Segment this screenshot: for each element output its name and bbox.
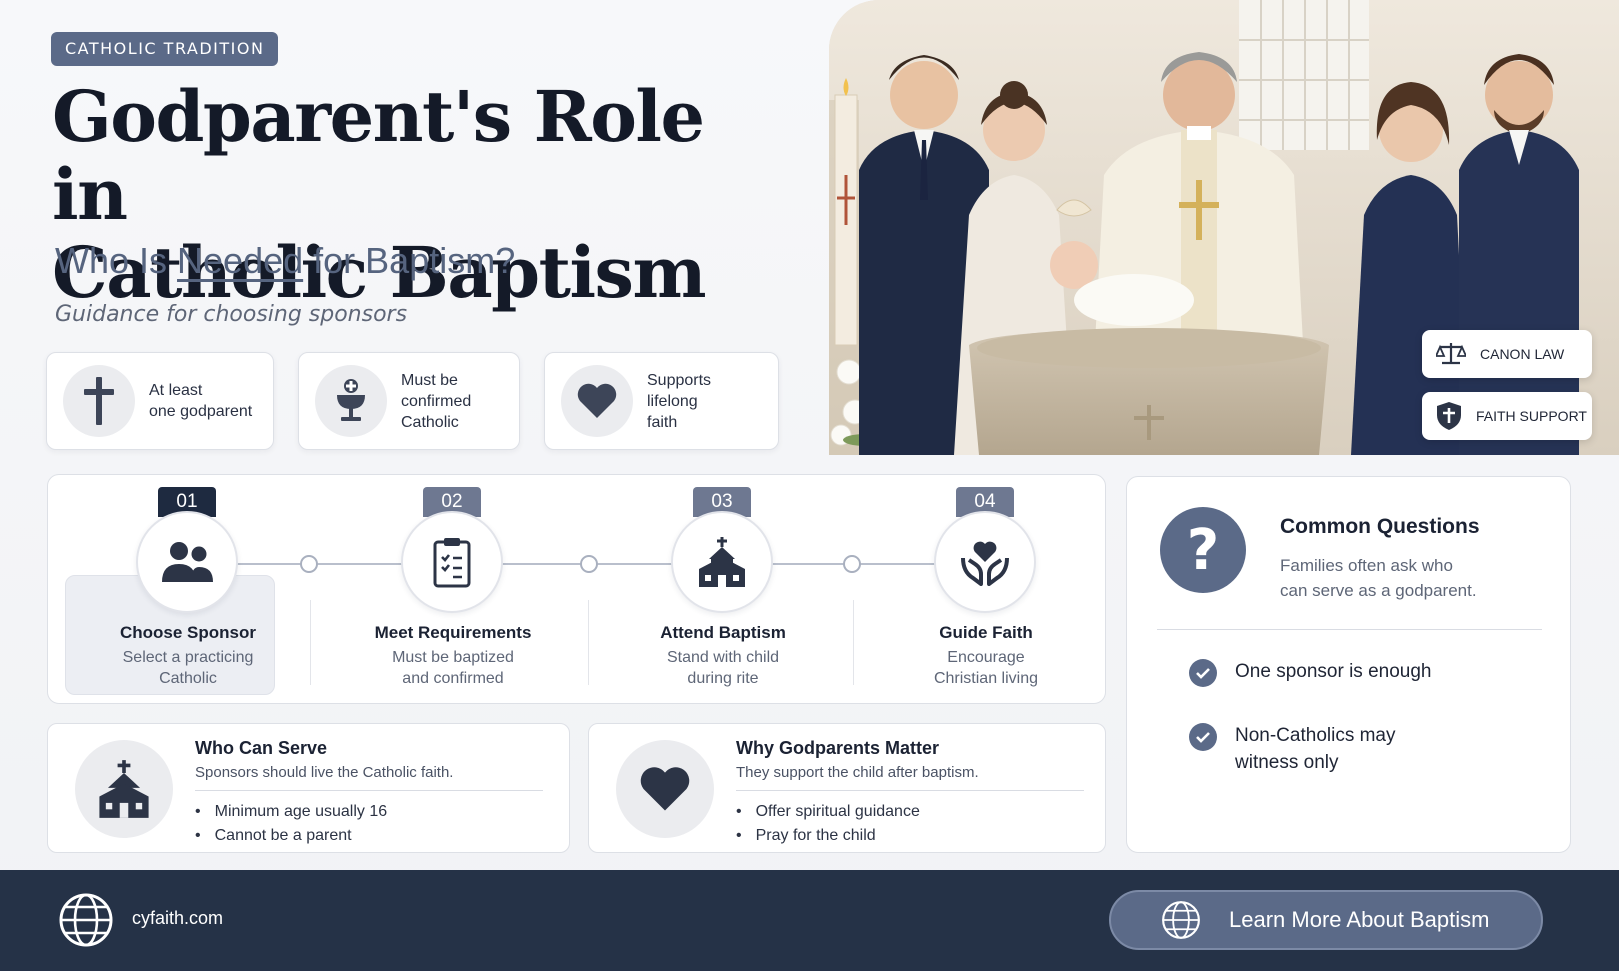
shield-cross-icon [1437,402,1461,430]
check-icon [1189,723,1217,751]
feature-card-faith: Supports lifelong faith [544,352,779,450]
why-godparents-matter-card: Why Godparents Matter They support the c… [588,723,1106,853]
divider [853,600,854,685]
timeline-dot [843,555,861,573]
page: CATHOLIC TRADITION Godparent's Role in C… [0,0,1619,971]
timeline-dot [580,555,598,573]
faq-title: Common Questions [1280,515,1480,538]
faq-subtitle: Families often ask who can serve as a go… [1280,556,1477,600]
subtitle-post: for Baptism? [303,240,516,281]
scales-icon [1436,343,1466,365]
guidance-text: Guidance for choosing sponsors [55,302,408,327]
step-attend-baptism[interactable]: 03 Attend Baptism Stand with child durin… [618,475,828,705]
card-title: Who Can Serve [195,738,328,758]
faith-support-badge: FAITH SUPPORT [1422,392,1592,440]
step-choose-sponsor[interactable]: 01 Choose Sponsor Select a practicing Ca… [65,475,293,705]
step-desc: Encourage Christian living [933,649,1039,687]
clipboard-icon [401,511,503,613]
cta-label: Learn More About Baptism [1229,907,1490,932]
footer: cyfaith.com Learn More About Baptism [0,870,1619,971]
step-desc: Select a practicing Catholic [122,649,254,687]
question-icon: ? [1160,507,1246,593]
heart-icon [561,365,633,437]
step-title: Attend Baptism [660,623,786,642]
subtitle-pre: Who Is [55,240,178,281]
step-desc: Stand with child during rite [666,649,780,687]
eyebrow-tag: CATHOLIC TRADITION [51,32,279,66]
church-icon [671,511,773,613]
who-can-serve-card: Who Can Serve Sponsors should live the C… [47,723,570,853]
badge-label: CANON LAW [1480,346,1565,362]
step-title: Guide Faith [939,623,1033,642]
globe-icon [1162,901,1200,939]
subtitle-highlight: Needed [177,240,304,281]
church-icon [75,740,173,838]
step-desc: Must be baptized and confirmed [392,649,514,687]
canon-law-badge: CANON LAW [1422,330,1592,378]
card-subtitle: Sponsors should live the Catholic faith. [195,764,454,781]
divider [588,600,589,685]
faq-divider [1157,629,1542,630]
step-meet-requirements[interactable]: 02 Meet Requirements Must be baptized an… [348,475,558,705]
step-title: Meet Requirements [374,623,532,642]
timeline-dot [300,555,318,573]
faq-item: Non-Catholics may witness only [1235,725,1396,773]
faq-item: One sponsor is enough [1235,661,1432,682]
page-subtitle: Who Is Needed for Baptism? [55,240,515,282]
step-guide-faith[interactable]: 04 Guide Faith Encourage Christian livin… [881,475,1091,705]
chalice-icon [315,365,387,437]
card-list: Minimum age usually 16 Cannot be a paren… [195,800,388,848]
globe-icon [58,892,114,952]
card-subtitle: They support the child after baptism. [736,764,979,781]
learn-more-button[interactable]: Learn More About Baptism [1109,890,1543,950]
divider [310,600,311,685]
card-divider [736,790,1084,791]
list-item: Pray for the child [736,824,920,848]
people-icon [136,511,238,613]
hands-heart-icon [934,511,1036,613]
heart-icon [616,740,714,838]
feature-text: At least one godparent [149,382,253,420]
list-item: Cannot be a parent [195,824,387,848]
title-line-1: Godparent's Role in [52,75,705,236]
card-divider [195,790,543,791]
card-title: Why Godparents Matter [736,738,940,758]
step-title: Choose Sponsor [119,623,256,642]
badge-label: FAITH SUPPORT [1476,408,1587,424]
baptism-photo [829,0,1619,455]
site-link[interactable]: cyfaith.com [132,908,223,929]
steps-panel: 01 Choose Sponsor Select a practicing Ca… [47,474,1106,704]
feature-text: Must be confirmed Catholic [401,371,472,431]
feature-text: Supports lifelong faith [647,371,712,431]
list-item: Minimum age usually 16 [195,800,388,824]
common-questions-panel: ? Common Questions Families often ask wh… [1126,476,1571,853]
feature-card-confirmed: Must be confirmed Catholic [298,352,520,450]
list-item: Offer spiritual guidance [736,800,920,824]
check-icon [1189,659,1217,687]
feature-card-godparent: At least one godparent [46,352,274,450]
cross-icon [63,365,135,437]
card-list: Offer spiritual guidance Pray for the ch… [736,800,920,848]
